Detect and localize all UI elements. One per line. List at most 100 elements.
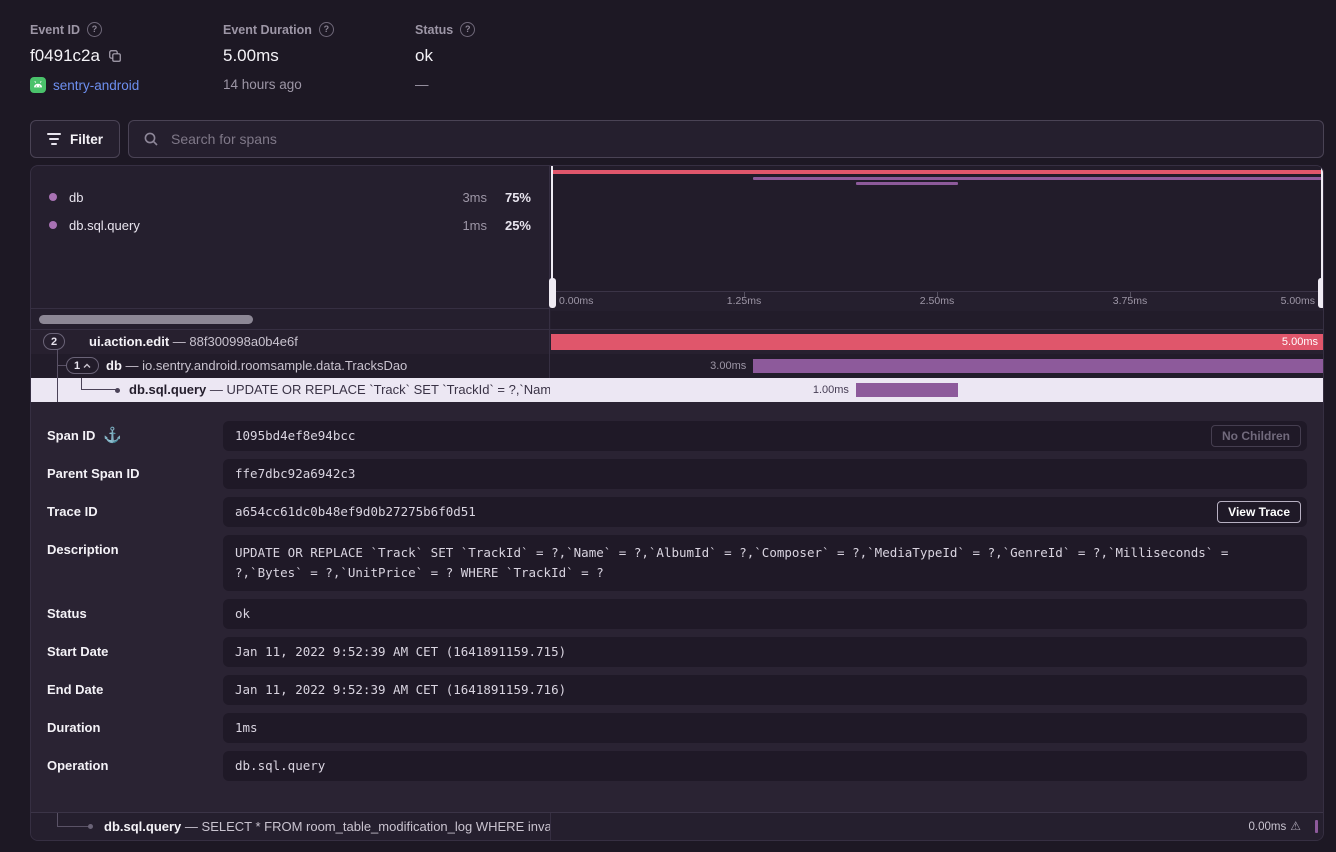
span-description: — 88f300998a0b4e6f bbox=[169, 334, 298, 349]
duration-value: 1ms bbox=[223, 713, 1307, 743]
help-icon[interactable]: ? bbox=[87, 22, 102, 37]
copy-icon[interactable] bbox=[108, 49, 122, 63]
tree-connector bbox=[57, 813, 58, 827]
status-block: Status ? ok — bbox=[415, 22, 475, 93]
field-label: End Date bbox=[47, 675, 103, 705]
detail-row-end-date: End Date Jan 11, 2022 9:52:39 AM CET (16… bbox=[31, 675, 1323, 705]
event-id-label-row: Event ID ? bbox=[30, 22, 223, 37]
legend-op-percent: 75% bbox=[487, 190, 531, 205]
detail-row-span-id: Span ID⚓ 1095bd4ef8e94bcc No Children bbox=[31, 421, 1323, 451]
tree-leaf-dot bbox=[115, 388, 120, 393]
span-duration-bar[interactable] bbox=[856, 383, 958, 397]
detail-row-description: Description UPDATE OR REPLACE `Track` SE… bbox=[31, 535, 1323, 591]
minimap-bar bbox=[551, 170, 1323, 174]
event-duration-value: 5.00ms bbox=[223, 46, 279, 66]
status-label: Status bbox=[415, 23, 453, 37]
event-id-block: Event ID ? f0491c2a sentry-android bbox=[30, 22, 223, 93]
description-value: UPDATE OR REPLACE `Track` SET `TrackId` … bbox=[223, 535, 1307, 591]
axis-label: 0.00ms bbox=[559, 295, 593, 307]
span-duration-label: 1.00ms bbox=[813, 378, 849, 402]
span-row-db[interactable]: 1 db — io.sentry.android.roomsample.data… bbox=[31, 354, 1323, 378]
field-label: Start Date bbox=[47, 637, 108, 667]
tree-connector bbox=[81, 389, 117, 390]
minimap-left-handle[interactable] bbox=[551, 166, 553, 291]
span-duration-bar[interactable] bbox=[753, 359, 1323, 373]
minimap-bar bbox=[753, 177, 1323, 180]
span-description: — SELECT * FROM room_table_modification_… bbox=[181, 819, 550, 834]
tree-leaf-dot bbox=[88, 824, 93, 829]
chevron-up-icon bbox=[83, 363, 91, 369]
no-children-button[interactable]: No Children bbox=[1211, 425, 1301, 447]
legend-op-name: db.sql.query bbox=[69, 218, 140, 233]
anchor-icon[interactable]: ⚓ bbox=[103, 421, 122, 451]
minimap-right-grip[interactable] bbox=[1318, 278, 1324, 308]
span-description: — UPDATE OR REPLACE `Track` SET `TrackId… bbox=[206, 382, 550, 397]
field-label: Trace ID bbox=[47, 497, 98, 527]
minimap-right-handle[interactable] bbox=[1321, 166, 1323, 291]
span-duration-label: 0.00ms bbox=[1249, 821, 1287, 833]
field-label: Parent Span ID bbox=[47, 459, 139, 489]
tree-connector bbox=[57, 826, 89, 827]
span-row-db-sql-query-selected[interactable]: db.sql.query — UPDATE OR REPLACE `Track`… bbox=[31, 378, 1323, 402]
event-id-label: Event ID bbox=[30, 23, 80, 37]
detail-row-operation: Operation db.sql.query bbox=[31, 751, 1323, 781]
warning-icon: ⚠ bbox=[1290, 819, 1301, 833]
project-link[interactable]: sentry-android bbox=[53, 78, 139, 93]
legend-item-db-sql-query[interactable]: db.sql.query 1ms 25% bbox=[31, 211, 549, 239]
span-description: — io.sentry.android.roomsample.data.Trac… bbox=[122, 358, 407, 373]
timeline-axis: 0.00ms 1.25ms 2.50ms 3.75ms 5.00ms bbox=[551, 291, 1323, 311]
status-sub: — bbox=[415, 77, 429, 92]
trace-view-page: Event ID ? f0491c2a sentry-android Event… bbox=[0, 0, 1336, 852]
span-duration-bar[interactable] bbox=[551, 334, 1323, 350]
column-divider bbox=[550, 813, 551, 840]
legend-op-percent: 25% bbox=[487, 218, 531, 233]
event-header: Event ID ? f0491c2a sentry-android Event… bbox=[30, 22, 475, 93]
tree-connector bbox=[57, 378, 58, 402]
span-id-value: 1095bd4ef8e94bcc No Children bbox=[223, 421, 1307, 451]
status-value: ok bbox=[415, 46, 433, 66]
span-row-ui-action-edit[interactable]: 2 ui.action.edit — 88f300998a0b4e6f 5.00… bbox=[31, 330, 1323, 354]
minimap-spacer bbox=[551, 311, 1323, 329]
legend-op-duration: 3ms bbox=[445, 190, 487, 205]
detail-row-trace-id: Trace ID a654cc61dc0b48ef9d0b27275b6f0d5… bbox=[31, 497, 1323, 527]
axis-label: 1.25ms bbox=[727, 295, 761, 307]
parent-span-id-value: ffe7dbc92a6942c3 bbox=[223, 459, 1307, 489]
span-search bbox=[128, 120, 1324, 158]
operation-value: db.sql.query bbox=[223, 751, 1307, 781]
filter-button-label: Filter bbox=[70, 132, 103, 147]
span-children-toggle[interactable]: 1 bbox=[66, 357, 99, 374]
scrollbar-thumb[interactable] bbox=[39, 315, 253, 324]
search-icon bbox=[143, 131, 159, 147]
detail-row-parent-span-id: Parent Span ID ffe7dbc92a6942c3 bbox=[31, 459, 1323, 489]
filter-button[interactable]: Filter bbox=[30, 120, 120, 158]
field-label: Duration bbox=[47, 713, 100, 743]
timeline-minimap-area: 0.00ms 1.25ms 2.50ms 3.75ms 5.00ms bbox=[551, 166, 1323, 329]
status-value: ok bbox=[223, 599, 1307, 629]
span-row-db-sql-query-select[interactable]: db.sql.query — SELECT * FROM room_table_… bbox=[31, 812, 1323, 840]
detail-row-duration: Duration 1ms bbox=[31, 713, 1323, 743]
timeline-minimap[interactable] bbox=[551, 166, 1323, 291]
event-id-value: f0491c2a bbox=[30, 46, 100, 66]
event-duration-block: Event Duration ? 5.00ms 14 hours ago bbox=[223, 22, 415, 93]
horizontal-scrollbar bbox=[31, 308, 550, 329]
span-op: db bbox=[106, 358, 122, 373]
event-duration-label: Event Duration bbox=[223, 23, 312, 37]
field-label: Status bbox=[47, 599, 87, 629]
search-input[interactable] bbox=[169, 130, 1309, 148]
filter-icon bbox=[47, 133, 61, 145]
view-trace-button[interactable]: View Trace bbox=[1217, 501, 1301, 523]
axis-label: 5.00ms bbox=[1281, 295, 1315, 307]
span-children-toggle[interactable]: 2 bbox=[43, 333, 65, 350]
field-label: Operation bbox=[47, 751, 108, 781]
minimap-left-grip[interactable] bbox=[549, 278, 556, 308]
help-icon[interactable]: ? bbox=[319, 22, 334, 37]
span-detail-panel: Span ID⚓ 1095bd4ef8e94bcc No Children Pa… bbox=[31, 402, 1323, 812]
span-op: ui.action.edit bbox=[89, 334, 169, 349]
toolbar: Filter bbox=[30, 120, 1324, 158]
event-age: 14 hours ago bbox=[223, 77, 302, 92]
detail-row-status: Status ok bbox=[31, 599, 1323, 629]
axis-label: 2.50ms bbox=[920, 295, 954, 307]
help-icon[interactable]: ? bbox=[460, 22, 475, 37]
legend-item-db[interactable]: db 3ms 75% bbox=[31, 183, 549, 211]
waterfall-header: db 3ms 75% db.sql.query 1ms 25% bbox=[31, 166, 1323, 330]
